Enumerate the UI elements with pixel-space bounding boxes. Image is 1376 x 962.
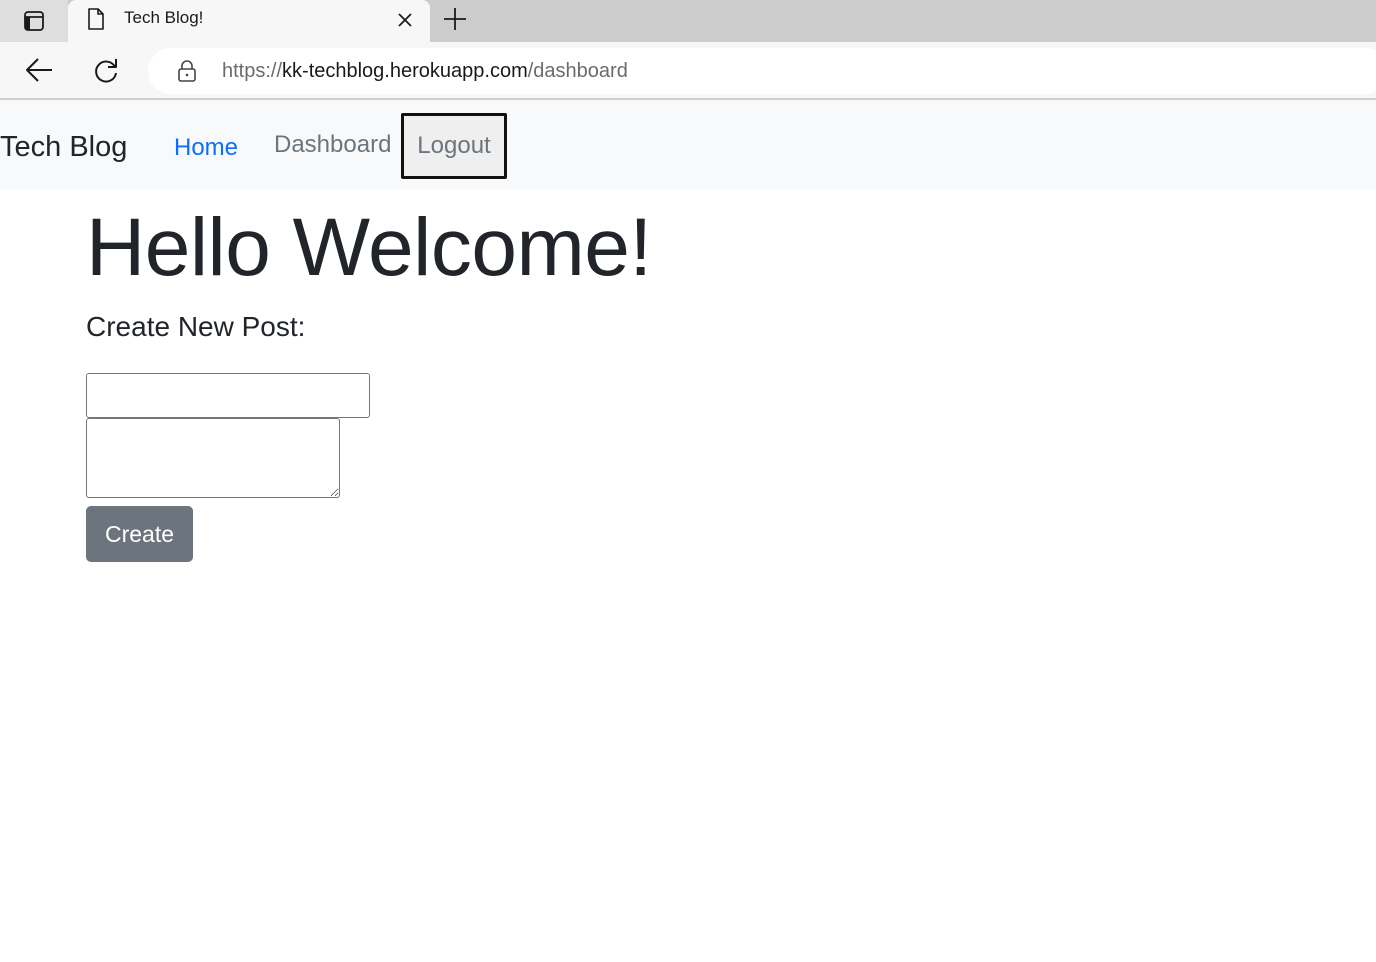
- lock-icon[interactable]: [176, 60, 198, 82]
- nav-link-home[interactable]: Home: [174, 134, 238, 162]
- post-body-textarea[interactable]: [86, 418, 340, 498]
- navbar-brand[interactable]: Tech Blog: [0, 130, 127, 164]
- back-arrow-icon[interactable]: [24, 56, 54, 84]
- plus-icon[interactable]: [440, 4, 470, 34]
- browser-tab[interactable]: Tech Blog!: [68, 0, 430, 42]
- create-post-heading: Create New Post:: [86, 311, 306, 342]
- url-host: kk-techblog.herokuapp.com: [282, 60, 528, 82]
- tab-actions-button[interactable]: [0, 0, 68, 42]
- url-text[interactable]: https://kk-techblog.herokuapp.com/dashbo…: [222, 60, 628, 82]
- post-title-input[interactable]: [86, 373, 370, 418]
- url-path: /dashboard: [527, 60, 628, 82]
- tab-actions-icon: [24, 11, 44, 31]
- url-scheme: https://: [222, 60, 283, 82]
- logout-button[interactable]: Logout: [401, 113, 507, 179]
- tab-title: Tech Blog!: [124, 8, 204, 27]
- reload-icon[interactable]: [91, 56, 121, 86]
- page-document-icon: [88, 8, 104, 30]
- nav-link-dashboard[interactable]: Dashboard: [274, 131, 391, 159]
- create-post-button[interactable]: Create: [86, 506, 193, 562]
- site-navbar: Tech Blog Home Dashboard Logout: [0, 100, 1376, 190]
- browser-toolbar: https://kk-techblog.herokuapp.com/dashbo…: [0, 42, 1376, 100]
- address-bar[interactable]: https://kk-techblog.herokuapp.com/dashbo…: [148, 48, 1376, 94]
- browser-tab-strip: Tech Blog!: [0, 0, 1376, 42]
- page-title: Hello Welcome!: [86, 202, 652, 293]
- close-icon[interactable]: [394, 9, 416, 31]
